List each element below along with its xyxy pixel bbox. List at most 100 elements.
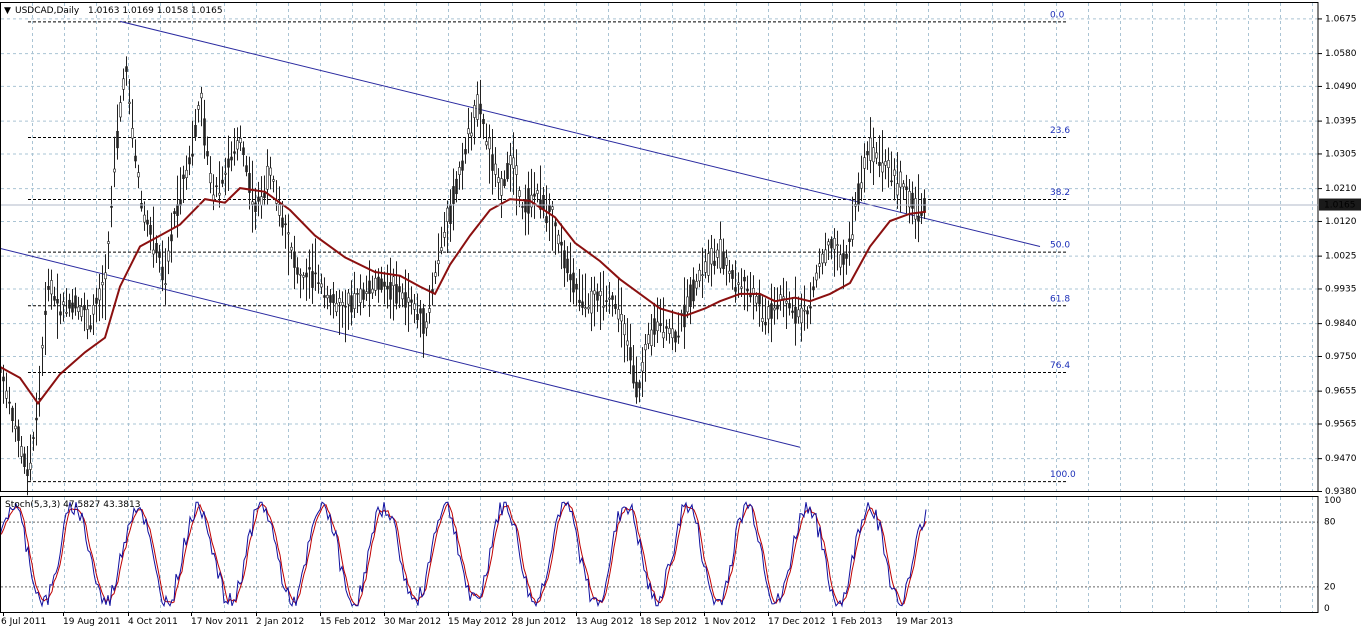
candle-body [590,290,593,314]
candle-body [410,299,413,303]
candle-body [620,313,623,322]
y-tick-label: 0.9935 [1325,284,1357,294]
candle-body [455,178,458,195]
candle-body [581,301,584,308]
candle-body [893,169,896,176]
candle-body [308,267,311,270]
candle-body [830,239,833,249]
candle-body [194,125,197,137]
candle-body [665,326,668,329]
candle-body [668,327,671,334]
candle-body [881,162,884,173]
candle-body [8,401,11,404]
candle-body [845,253,848,259]
candle-body [797,309,800,318]
candle-body [584,307,587,310]
candle-body [803,309,806,312]
candle-body [17,426,20,441]
candle-body [608,297,611,300]
candle-body [56,298,59,304]
candle-body [632,365,635,384]
candle-body [224,172,227,175]
candle-body [287,232,290,235]
candle-body [113,168,116,173]
candle-body [812,286,815,291]
candle-body [53,296,56,301]
candle-body [695,281,698,289]
candle-body [407,297,410,303]
candle-body [314,272,317,275]
candle-body [272,179,275,182]
candle-body [170,234,173,242]
candle-body [83,305,86,311]
candle-body [344,305,347,308]
y-tick-label: 1.0210 [1325,184,1357,194]
candle-body [650,329,653,346]
candle-body [50,280,53,295]
candle-body [887,160,890,168]
candle-body [710,248,713,265]
candle-body [401,292,404,300]
candle-body [746,288,749,292]
candle-body [701,274,704,277]
candle-body [671,328,674,339]
candle-body [428,308,431,313]
candle-body [737,282,740,285]
candle-body [686,296,689,313]
candle-body [512,157,515,169]
x-tick-label: 6 Jul 2011 [1,617,46,627]
candle-body [365,291,368,294]
candle-body [815,272,818,281]
candle-body [104,272,107,280]
candle-body [869,137,872,161]
candle-body [878,161,881,166]
candle-body [392,276,395,286]
candle-body [107,241,110,244]
candle-body [320,283,323,288]
candle-body [263,192,266,198]
stoch-tick-label: 20 [1324,582,1336,592]
candle-body [434,272,437,277]
candle-body [419,308,422,314]
candle-body [368,280,371,294]
candle-body [389,282,392,300]
fib-level-label: 0.0 [1050,10,1065,20]
candle-body [740,286,743,289]
candle-body [215,185,218,188]
candle-body [500,178,503,196]
candle-body [377,276,380,290]
candle-body [713,260,716,266]
chart-menu-arrow[interactable]: ▼ [4,6,11,16]
candle-body [485,141,488,146]
candle-body [719,239,722,269]
candle-body [335,303,338,313]
candle-body [536,190,539,194]
candle-body [866,151,869,156]
candle-body [839,254,842,268]
candle-body [554,222,557,227]
candle-body [155,243,158,254]
candle-body [101,282,104,286]
candle-body [359,288,362,303]
candle-body [791,310,794,313]
candle-body [464,149,467,155]
candle-body [755,295,758,304]
candle-body [440,247,443,251]
candle-body [179,199,182,206]
candle-body [23,453,26,467]
candle-body [167,250,170,262]
candle-body [302,275,305,278]
candle-body [611,295,614,300]
chart-header-symbol: USDCAD,Daily [15,6,80,16]
y-tick-label: 1.0025 [1325,252,1357,262]
candle-body [131,128,134,139]
candle-body [152,249,155,255]
candle-body [809,306,812,309]
candle-body [848,238,851,242]
candle-body [545,216,548,224]
x-tick-label: 28 Jun 2012 [512,617,566,627]
candle-body [146,219,149,225]
candle-body [560,241,563,246]
x-tick-label: 30 Mar 2012 [384,617,441,627]
candle-body [317,282,320,284]
